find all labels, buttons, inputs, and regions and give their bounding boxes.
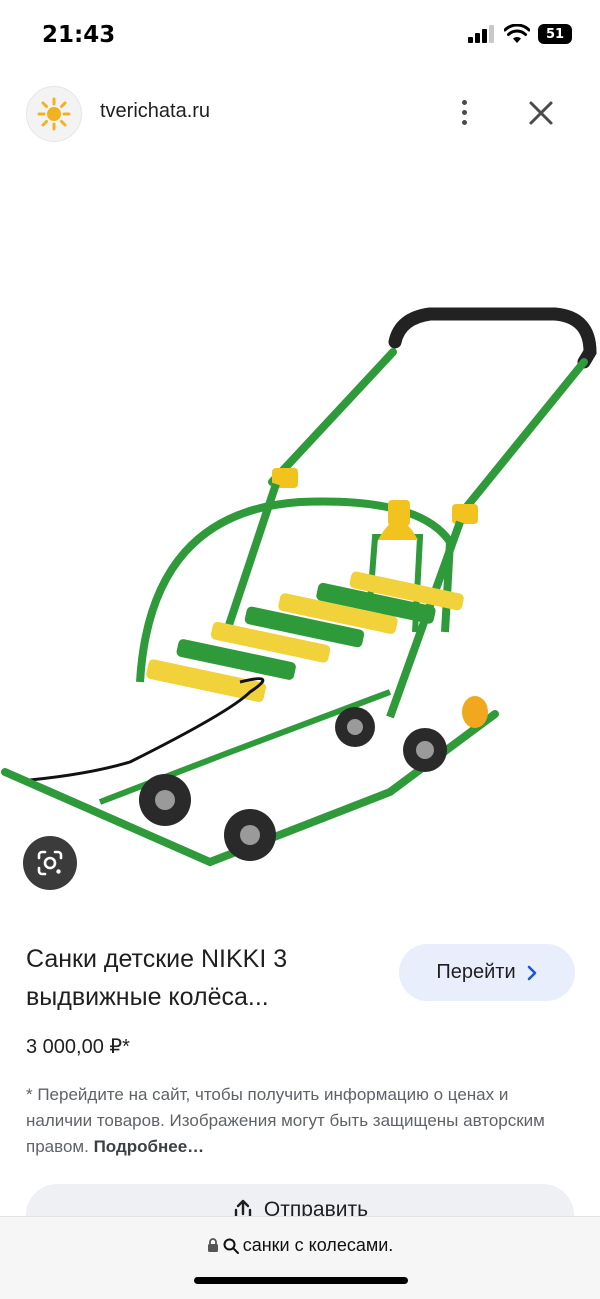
go-to-site-button[interactable]: Перейти: [399, 944, 575, 1001]
sun-logo-icon[interactable]: [26, 86, 82, 142]
product-image[interactable]: [0, 152, 600, 912]
lock-icon: [207, 1238, 218, 1252]
chevron-right-icon: [527, 965, 536, 980]
site-header: tverichata.ru: [0, 82, 600, 144]
more-vert-icon[interactable]: [448, 92, 480, 132]
status-icons: 51: [468, 24, 572, 44]
wifi-icon: [504, 24, 530, 43]
bottom-address-bar: санки с колесами.: [0, 1216, 600, 1299]
more-info-link[interactable]: Подробнее…: [94, 1137, 205, 1156]
home-indicator[interactable]: [194, 1277, 408, 1284]
address-query: санки с колесами.: [242, 1235, 394, 1255]
disclaimer: * Перейдите на сайт, чтобы получить инфо…: [26, 1082, 566, 1160]
signal-icon: [468, 25, 494, 43]
close-icon[interactable]: [522, 94, 560, 132]
product-title[interactable]: Санки детские NIKKI 3 выдвижные колёса..…: [26, 940, 366, 1016]
search-icon: [223, 1238, 239, 1254]
go-button-label: Перейти: [436, 961, 516, 983]
status-time: 21:43: [42, 22, 116, 48]
battery-icon: 51: [538, 24, 572, 44]
product-price: 3 000,00 ₽*: [26, 1036, 130, 1058]
address-bar[interactable]: санки с колесами.: [0, 1235, 600, 1256]
google-lens-icon[interactable]: [23, 836, 77, 890]
status-bar: 21:43 51: [0, 0, 600, 72]
site-domain[interactable]: tverichata.ru: [100, 100, 210, 123]
